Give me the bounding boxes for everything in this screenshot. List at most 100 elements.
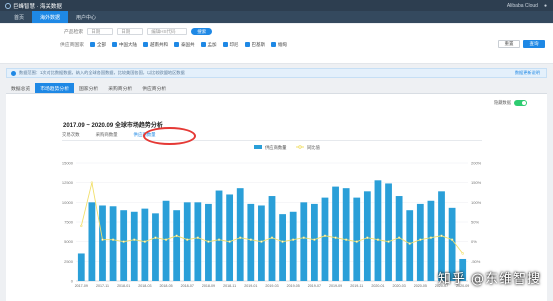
y-tick-label: 7500	[64, 220, 74, 225]
legend-swatch-bar	[254, 145, 262, 149]
bar	[88, 202, 96, 281]
legend-label-yoy: 同比值	[307, 144, 321, 151]
subtab-buyer-count[interactable]: 采购商数量	[96, 132, 118, 138]
checkbox-icon	[222, 42, 228, 47]
country-checkbox[interactable]: 全部	[90, 42, 106, 48]
reset-button[interactable]: 重置	[498, 40, 520, 48]
yoy-point	[440, 234, 443, 237]
bar	[363, 191, 371, 281]
y2-tick-label: 100%	[471, 200, 482, 205]
bar	[310, 203, 318, 281]
yoy-point	[281, 240, 284, 243]
chart-title: 2017.09 ~ 2020.09 全球市场趋势分析	[63, 123, 163, 129]
y2-tick-label: 200%	[471, 161, 482, 166]
country-checkbox[interactable]: 巴基斯	[244, 42, 265, 48]
x-tick-label: 2018-05	[159, 284, 172, 288]
hide-data-toggle[interactable]	[514, 100, 527, 106]
yoy-point	[461, 252, 464, 255]
app-logo[interactable]: 巨峰智慧 · 海关数据	[5, 2, 62, 10]
yoy-point	[143, 240, 147, 243]
y-tick-label: 10000	[62, 200, 74, 205]
country-checkbox[interactable]: 越南共和	[143, 42, 168, 48]
yoy-point	[419, 238, 422, 241]
tab-market-trend[interactable]: 市场趋势分析	[35, 83, 74, 93]
nav-item-user-center[interactable]: 用户中心	[68, 11, 104, 23]
y-tick-label: 2500	[64, 259, 74, 264]
yoy-point	[408, 242, 411, 245]
main-nav: 首页 海外数据 用户中心	[0, 11, 553, 23]
bar	[279, 214, 286, 281]
user-icon[interactable]: ●	[544, 3, 547, 9]
yoy-point	[249, 238, 253, 241]
x-tick-label: 2018-09	[202, 284, 215, 288]
yoy-point	[133, 238, 136, 241]
checkbox-icon	[143, 42, 148, 47]
bar	[130, 211, 138, 281]
bar	[247, 203, 255, 281]
checkbox-icon	[90, 42, 95, 47]
x-tick-label: 2018-11	[223, 284, 236, 288]
nav-item-overseas-data[interactable]: 海外数据	[32, 11, 69, 23]
bar	[152, 213, 159, 281]
update-notes-link[interactable]: 数据更新说明	[515, 70, 540, 76]
checkbox-icon	[271, 42, 276, 47]
product-search-label: 产品检索	[64, 30, 84, 35]
bar	[226, 194, 234, 281]
yoy-point	[344, 238, 348, 241]
y2-tick-label: 150%	[471, 180, 482, 185]
legend-label-supplier-count: 供应商数量	[265, 144, 287, 151]
x-tick-label: 2019-09	[329, 284, 342, 288]
tab-data-overview[interactable]: 数据总览	[6, 83, 35, 93]
country-checkbox[interactable]: 泰国共	[174, 42, 195, 48]
hide-data-label: 隐藏数据	[493, 100, 511, 105]
yoy-point	[111, 238, 115, 241]
yoy-point	[270, 236, 274, 239]
search-button[interactable]: 搜索	[191, 28, 213, 35]
yoy-point	[376, 238, 380, 241]
bar	[289, 211, 297, 281]
country-checkbox[interactable]: 孟加	[200, 42, 217, 48]
tab-supplier-analysis[interactable]: 供应商分析	[137, 83, 171, 93]
query-button[interactable]: 查询	[523, 40, 545, 48]
country-checkbox[interactable]: 缅甸	[271, 42, 287, 48]
country-checkbox[interactable]: 印尼	[222, 42, 239, 48]
bar	[300, 202, 308, 281]
hs-code-input[interactable]: 编辑HS代码	[147, 28, 188, 35]
yoy-point	[217, 238, 221, 241]
y-tick-label: 5000	[64, 239, 74, 244]
x-tick-label: 2018-07	[181, 284, 194, 288]
bar	[427, 200, 435, 281]
yoy-point	[260, 240, 263, 243]
yoy-point	[355, 240, 358, 243]
bar	[141, 208, 149, 281]
x-tick-label: 2019-03	[265, 284, 278, 288]
y-tick-label: 12500	[62, 180, 74, 185]
tab-country-analysis[interactable]: 国家分析	[74, 83, 103, 93]
yoy-point	[122, 240, 125, 243]
checkbox-icon	[174, 42, 179, 47]
metric-subtabs: 交易次数 采购商数量 供应商数量	[62, 132, 156, 138]
yoy-point	[90, 181, 94, 184]
yoy-point	[334, 236, 337, 239]
watermark: 知乎 @东维智搜	[437, 272, 541, 287]
yoy-point	[164, 238, 168, 241]
start-date-input[interactable]: 日期	[87, 28, 114, 35]
tab-buyer-analysis[interactable]: 采购商分析	[103, 83, 137, 93]
y2-tick-label: 50%	[471, 220, 479, 225]
y2-tick-label: -50%	[471, 259, 481, 264]
user-name[interactable]: Alibaba Cloud	[507, 3, 538, 9]
end-date-input[interactable]: 日期	[117, 28, 144, 35]
nav-item-home[interactable]: 首页	[6, 11, 32, 23]
bar	[183, 202, 191, 281]
x-tick-label: 2019-11	[350, 284, 363, 288]
yoy-point	[175, 234, 178, 237]
bar	[416, 203, 424, 281]
yoy-point	[80, 224, 83, 228]
bar	[342, 188, 350, 281]
country-checkbox[interactable]: 中国大陆	[112, 42, 137, 48]
x-tick-label: 2019-05	[287, 284, 300, 288]
x-tick-label: 2018-03	[138, 284, 151, 288]
subtab-transactions[interactable]: 交易次数	[62, 132, 80, 138]
analysis-tabs: 数据总览 市场趋势分析 国家分析 采购商分析 供应商分析	[6, 83, 547, 94]
checkbox-icon	[112, 42, 117, 47]
